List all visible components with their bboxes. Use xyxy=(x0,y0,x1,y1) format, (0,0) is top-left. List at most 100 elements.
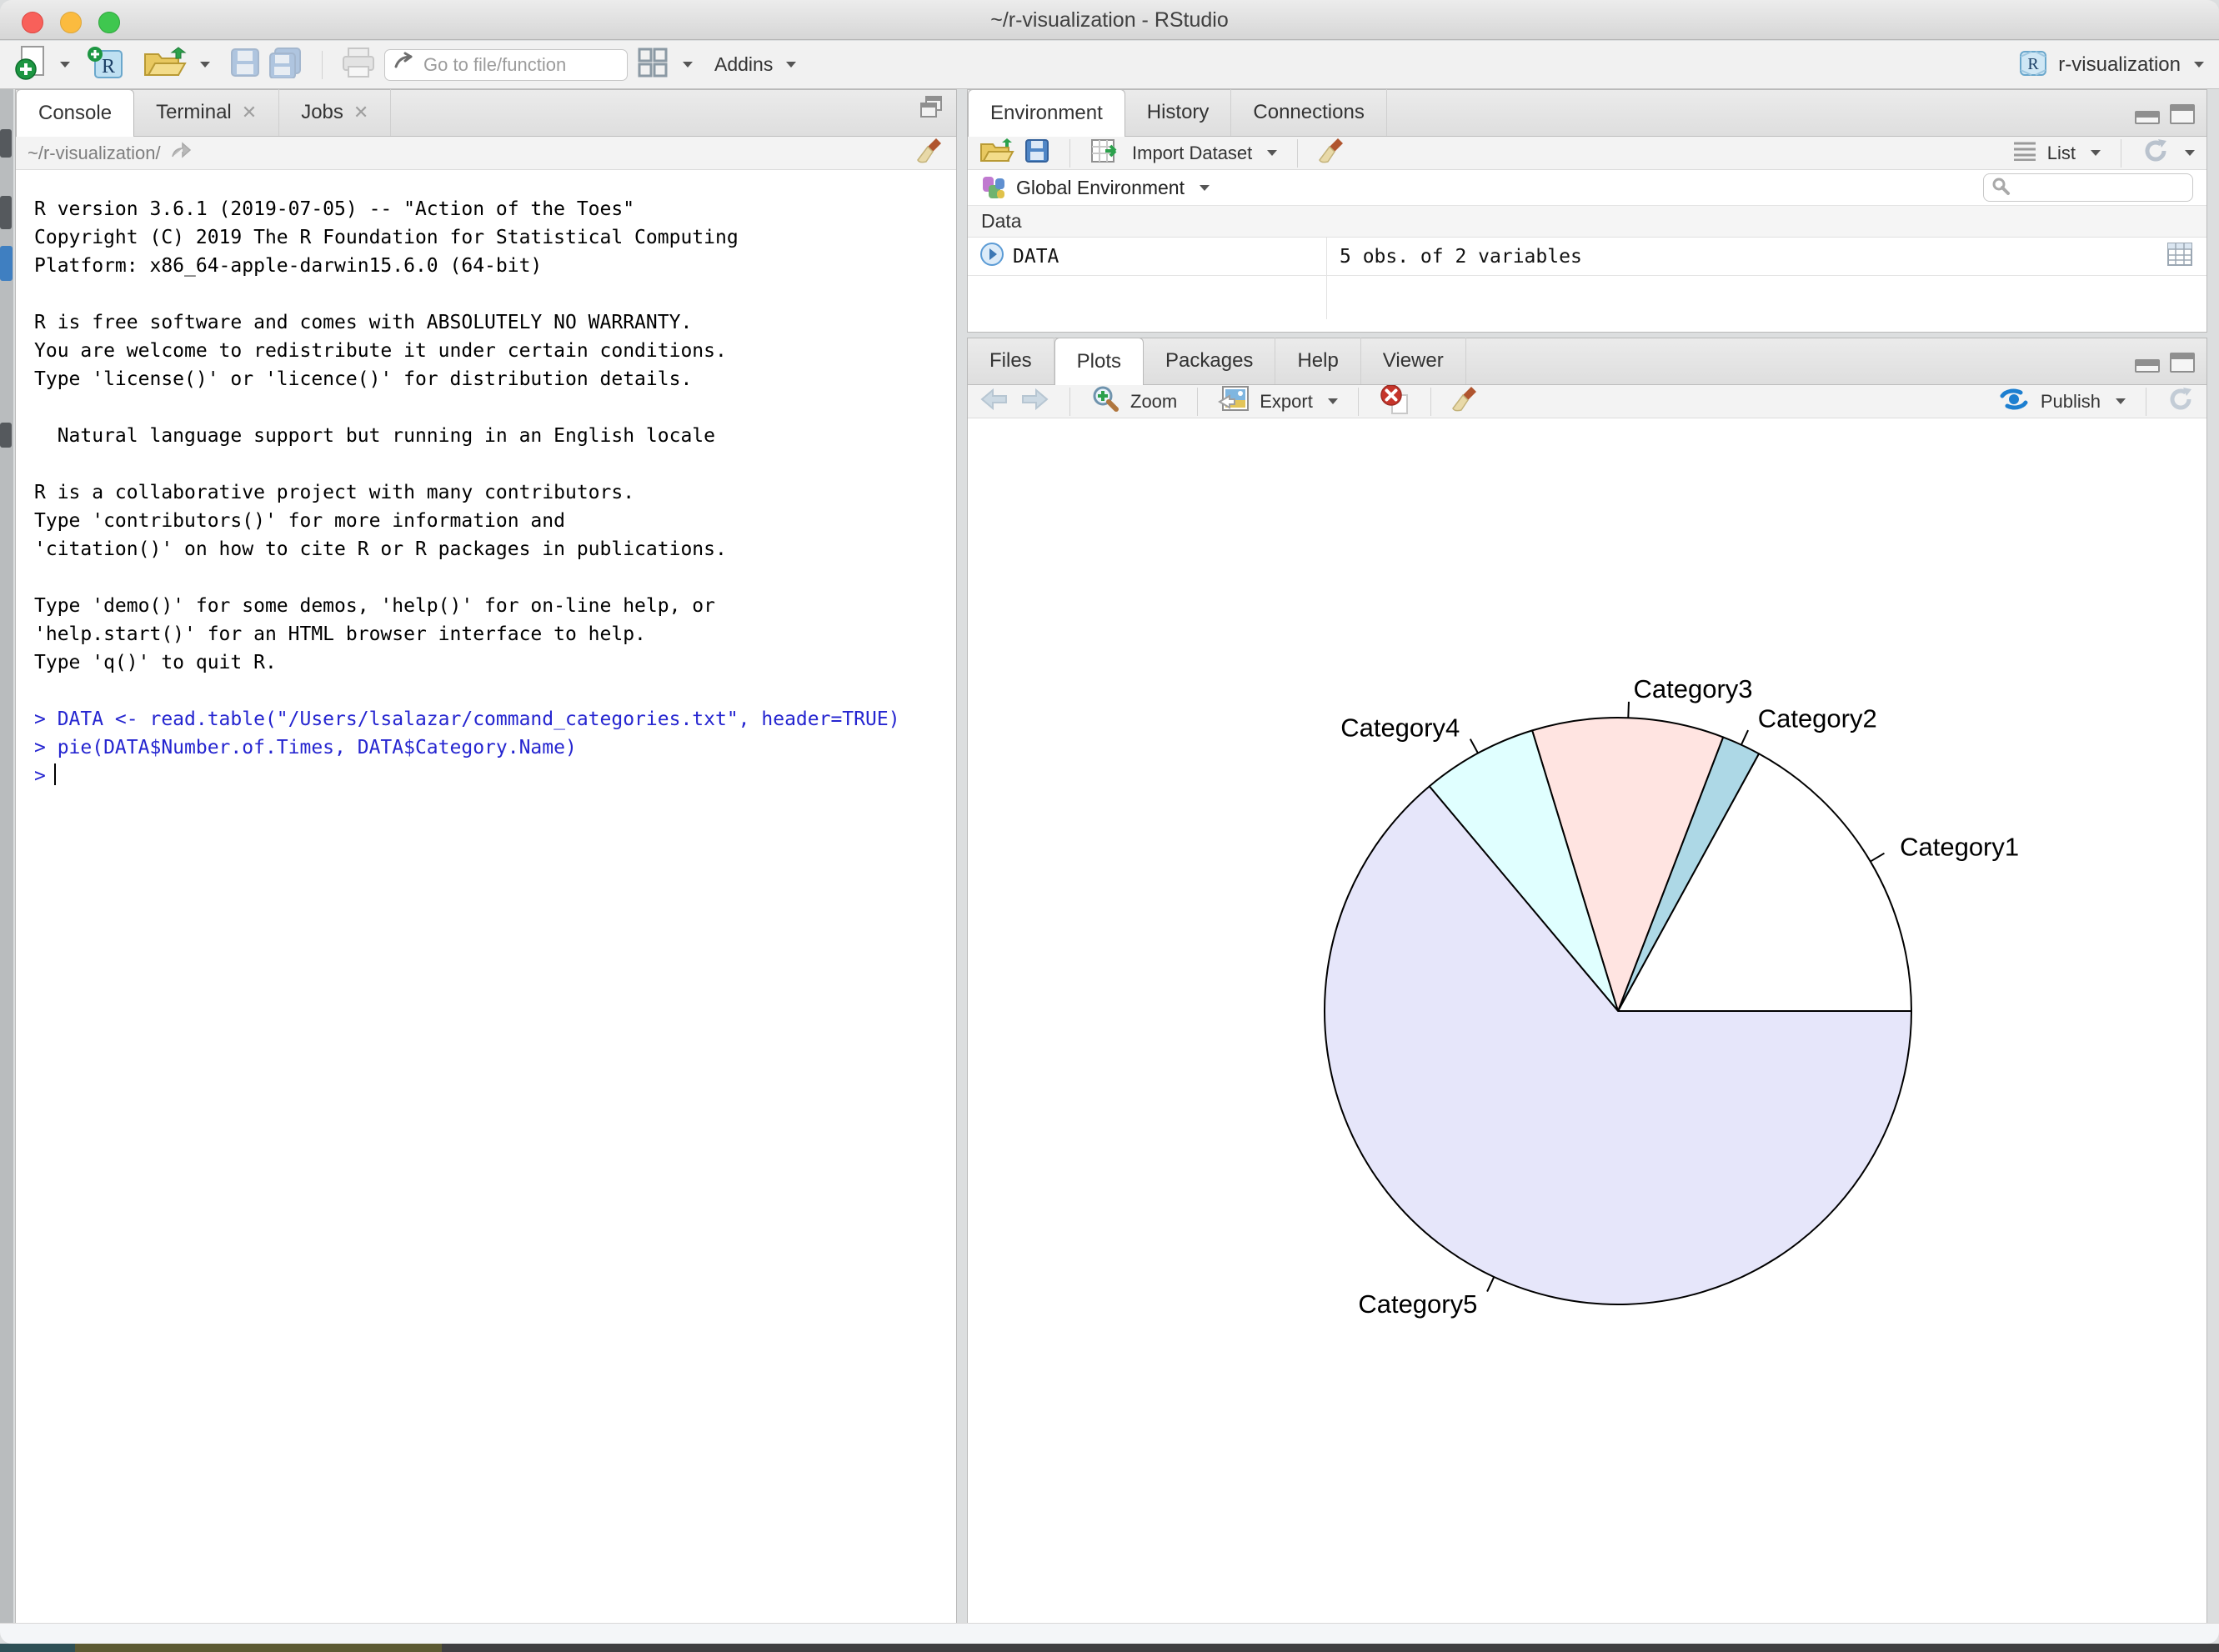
toolbar-separator xyxy=(1358,388,1359,416)
refresh-environment-icon[interactable] xyxy=(2141,137,2170,169)
clear-environment-icon[interactable] xyxy=(1318,137,1346,169)
export-dropdown-caret[interactable] xyxy=(1328,398,1338,404)
save-all-icon[interactable] xyxy=(268,47,303,83)
tab-files[interactable]: Files xyxy=(968,338,1054,384)
tab-history[interactable]: History xyxy=(1125,89,1232,136)
pie-label-tick xyxy=(1871,854,1885,862)
remove-plot-icon[interactable] xyxy=(1379,383,1410,419)
goto-file-search[interactable]: Go to file/function xyxy=(384,49,628,81)
tab-label: Files xyxy=(989,349,1032,373)
background-fragment xyxy=(0,423,12,448)
list-view-icon[interactable] xyxy=(2012,141,2037,165)
open-file-icon[interactable] xyxy=(143,46,187,83)
save-icon[interactable] xyxy=(230,48,260,82)
tab-viewer[interactable]: Viewer xyxy=(1361,338,1466,384)
environment-search-box[interactable] xyxy=(1983,173,2193,202)
new-file-dropdown-caret[interactable] xyxy=(60,62,70,68)
close-tab-icon[interactable]: ✕ xyxy=(353,102,368,123)
global-environment-icon xyxy=(981,175,1006,200)
toolbar-separator xyxy=(1069,139,1070,168)
zoom-plot-button[interactable]: Zoom xyxy=(1130,391,1177,413)
zoom-plot-icon[interactable] xyxy=(1090,384,1120,418)
next-plot-icon[interactable] xyxy=(1019,387,1049,416)
console-line: R is free software and comes with ABSOLU… xyxy=(34,308,948,337)
goto-arrow-icon xyxy=(393,52,415,78)
tab-connections[interactable]: Connections xyxy=(1231,89,1386,136)
console-line: 'citation()' on how to cite R or R packa… xyxy=(34,535,948,563)
tab-plots[interactable]: Plots xyxy=(1054,338,1144,385)
environment-tabbar: Environment History Connections xyxy=(968,90,2206,137)
console-line xyxy=(34,677,948,705)
tab-label: Plots xyxy=(1077,350,1121,373)
expand-object-icon[interactable] xyxy=(979,242,1004,272)
publish-icon[interactable] xyxy=(1997,385,2031,418)
section-label: Data xyxy=(981,210,1022,233)
clear-console-icon[interactable] xyxy=(916,137,944,169)
tab-console[interactable]: Console xyxy=(16,89,134,137)
tab-packages[interactable]: Packages xyxy=(1144,338,1275,384)
tab-label: Environment xyxy=(990,102,1103,125)
console-pane: Console Terminal ✕ Jobs ✕ ~/r-visualizat… xyxy=(15,89,957,1624)
close-tab-icon[interactable]: ✕ xyxy=(242,102,257,123)
new-project-icon[interactable]: R xyxy=(87,44,125,85)
plots-tabbar: Files Plots Packages Help Viewer xyxy=(968,338,2206,385)
addins-menu[interactable]: Addins xyxy=(714,53,773,76)
main-toolbar: R Go to file/function xyxy=(0,41,2219,89)
addins-dropdown-caret[interactable] xyxy=(786,62,796,68)
pie-chart: Category1Category2Category3Category4Cate… xyxy=(968,418,2206,1621)
goto-directory-arrow-icon[interactable] xyxy=(171,142,193,164)
console-line: Type 'contributors()' for more informati… xyxy=(34,507,948,535)
tab-terminal[interactable]: Terminal ✕ xyxy=(134,89,279,136)
environment-scope-selector[interactable]: Global Environment xyxy=(1016,177,1185,199)
refresh-environment-caret[interactable] xyxy=(2185,150,2195,156)
environment-object-row[interactable]: DATA 5 obs. of 2 variables xyxy=(968,238,2206,276)
scope-dropdown-caret[interactable] xyxy=(1200,185,1210,191)
maximize-pane-icon[interactable] xyxy=(2170,353,2195,373)
environment-search-input[interactable] xyxy=(2017,177,2176,198)
data-section-header: Data xyxy=(968,206,2206,238)
maximize-pane-icon[interactable] xyxy=(2170,104,2195,124)
desktop-strip xyxy=(0,1644,2219,1652)
import-dataset-button[interactable]: Import Dataset xyxy=(1132,143,1252,164)
save-workspace-icon[interactable] xyxy=(1024,138,1049,168)
tab-label: History xyxy=(1147,101,1210,124)
project-menu[interactable]: R r-visualization xyxy=(2016,46,2204,83)
console-line xyxy=(34,393,948,422)
new-file-icon[interactable] xyxy=(15,45,47,84)
import-dataset-icon[interactable] xyxy=(1090,138,1122,168)
console-line: R is a collaborative project with many c… xyxy=(34,478,948,507)
open-file-dropdown-caret[interactable] xyxy=(200,62,210,68)
pie-label-tick xyxy=(1628,702,1629,718)
pie-label-category4: Category4 xyxy=(1340,713,1460,743)
clear-all-plots-icon[interactable] xyxy=(1451,385,1480,418)
load-workspace-icon[interactable] xyxy=(979,138,1014,168)
export-plot-button[interactable]: Export xyxy=(1260,391,1313,413)
project-dropdown-caret xyxy=(2194,62,2204,68)
import-dataset-caret[interactable] xyxy=(1267,150,1277,156)
previous-plot-icon[interactable] xyxy=(979,387,1009,416)
tab-help[interactable]: Help xyxy=(1275,338,1360,384)
workspace-panes-icon[interactable] xyxy=(636,46,669,83)
desktop-segment xyxy=(0,1644,75,1652)
panes-dropdown-caret[interactable] xyxy=(683,62,693,68)
refresh-plot-icon[interactable] xyxy=(2166,385,2195,418)
background-fragment xyxy=(0,196,12,229)
list-view-caret[interactable] xyxy=(2091,150,2101,156)
minimize-pane-icon[interactable] xyxy=(2135,111,2160,124)
view-table-icon[interactable] xyxy=(2166,242,2193,272)
publish-button[interactable]: Publish xyxy=(2041,391,2101,413)
maximize-pane-icon[interactable] xyxy=(918,95,944,124)
publish-dropdown-caret[interactable] xyxy=(2116,398,2126,404)
project-cube-icon: R xyxy=(2016,46,2050,83)
console-output[interactable]: R version 3.6.1 (2019-07-05) -- "Action … xyxy=(16,170,956,790)
column-divider xyxy=(1326,238,1327,275)
list-view-button[interactable]: List xyxy=(2047,143,2076,164)
export-plot-icon[interactable] xyxy=(1218,385,1250,418)
pie-label-tick xyxy=(1470,739,1478,753)
minimize-pane-icon[interactable] xyxy=(2135,359,2160,373)
print-icon[interactable] xyxy=(341,47,376,83)
tab-environment[interactable]: Environment xyxy=(968,89,1125,137)
tab-jobs[interactable]: Jobs ✕ xyxy=(279,89,391,136)
console-line: Type 'demo()' for some demos, 'help()' f… xyxy=(34,592,948,620)
window-footer xyxy=(0,1623,2219,1644)
